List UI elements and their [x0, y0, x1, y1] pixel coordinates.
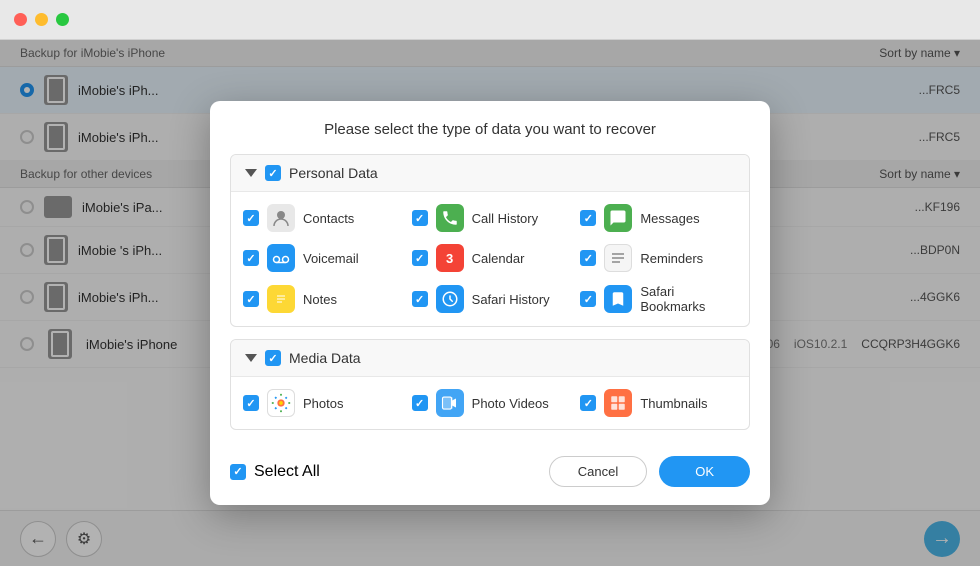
voicemail-checkbox[interactable]: [243, 250, 259, 266]
safari-history-item: Safari History: [412, 284, 569, 314]
media-collapse-triangle[interactable]: [245, 354, 257, 362]
thumbnails-label: Thumbnails: [640, 396, 707, 411]
safari-bookmarks-icon: [604, 285, 632, 313]
select-all-label: Select All: [254, 463, 320, 481]
thumbnails-checkbox[interactable]: [580, 395, 596, 411]
contacts-label: Contacts: [303, 211, 354, 226]
notes-item: Notes: [243, 284, 400, 314]
calendar-checkbox[interactable]: [412, 250, 428, 266]
reminders-item: Reminders: [580, 244, 737, 272]
notes-icon: [267, 285, 295, 313]
notes-checkbox[interactable]: [243, 291, 259, 307]
safari-bookmarks-checkbox[interactable]: [580, 291, 596, 307]
safari-history-icon: [436, 285, 464, 313]
photo-videos-label: Photo Videos: [472, 396, 549, 411]
call-history-item: Call History: [412, 204, 569, 232]
personal-section-name: Personal Data: [289, 165, 378, 181]
media-items-grid: Photos Photo Videos: [231, 377, 749, 429]
media-data-section: Media Data Photos: [230, 339, 750, 430]
photo-videos-item: Photo Videos: [412, 389, 569, 417]
messages-checkbox[interactable]: [580, 210, 596, 226]
maximize-button[interactable]: [56, 13, 69, 26]
modal-buttons: Cancel OK: [549, 456, 750, 487]
personal-data-section: Personal Data Contacts: [230, 154, 750, 327]
reminders-checkbox[interactable]: [580, 250, 596, 266]
collapse-triangle[interactable]: [245, 169, 257, 177]
thumbnails-icon: [604, 389, 632, 417]
safari-history-label: Safari History: [472, 292, 550, 307]
modal-dialog: Please select the type of data you want …: [210, 101, 770, 505]
photos-item: Photos: [243, 389, 400, 417]
safari-history-checkbox[interactable]: [412, 291, 428, 307]
messages-item: Messages: [580, 204, 737, 232]
select-all-checkbox[interactable]: [230, 464, 246, 480]
messages-label: Messages: [640, 211, 699, 226]
close-button[interactable]: [14, 13, 27, 26]
title-bar: [0, 0, 980, 40]
thumbnails-item: Thumbnails: [580, 389, 737, 417]
contacts-icon: [267, 204, 295, 232]
personal-items-grid: Contacts Call History: [231, 192, 749, 326]
call-history-checkbox[interactable]: [412, 210, 428, 226]
photo-videos-checkbox[interactable]: [412, 395, 428, 411]
photos-label: Photos: [303, 396, 343, 411]
contacts-checkbox[interactable]: [243, 210, 259, 226]
voicemail-icon: [267, 244, 295, 272]
media-section-checkbox[interactable]: [265, 350, 281, 366]
modal-footer: Select All Cancel OK: [210, 442, 770, 505]
ok-button[interactable]: OK: [659, 456, 750, 487]
cancel-button[interactable]: Cancel: [549, 456, 647, 487]
personal-section-checkbox[interactable]: [265, 165, 281, 181]
photo-videos-icon: [436, 389, 464, 417]
modal-body: Personal Data Contacts: [210, 154, 770, 442]
messages-icon: [604, 204, 632, 232]
modal-title: Please select the type of data you want …: [210, 101, 770, 154]
media-section-name: Media Data: [289, 350, 361, 366]
calendar-label: Calendar: [472, 251, 525, 266]
safari-bookmarks-item: Safari Bookmarks: [580, 284, 737, 314]
personal-section-header: Personal Data: [231, 155, 749, 192]
calendar-item: 3 Calendar: [412, 244, 569, 272]
safari-bookmarks-label: Safari Bookmarks: [640, 284, 737, 314]
call-history-label: Call History: [472, 211, 538, 226]
media-section-header: Media Data: [231, 340, 749, 377]
voicemail-label: Voicemail: [303, 251, 359, 266]
select-all-area: Select All: [230, 463, 320, 481]
contacts-item: Contacts: [243, 204, 400, 232]
modal-overlay: Please select the type of data you want …: [0, 40, 980, 566]
voicemail-item: Voicemail: [243, 244, 400, 272]
photos-icon: [267, 389, 295, 417]
notes-label: Notes: [303, 292, 337, 307]
call-history-icon: [436, 204, 464, 232]
calendar-icon: 3: [436, 244, 464, 272]
minimize-button[interactable]: [35, 13, 48, 26]
reminders-label: Reminders: [640, 251, 703, 266]
photos-checkbox[interactable]: [243, 395, 259, 411]
reminders-icon: [604, 244, 632, 272]
